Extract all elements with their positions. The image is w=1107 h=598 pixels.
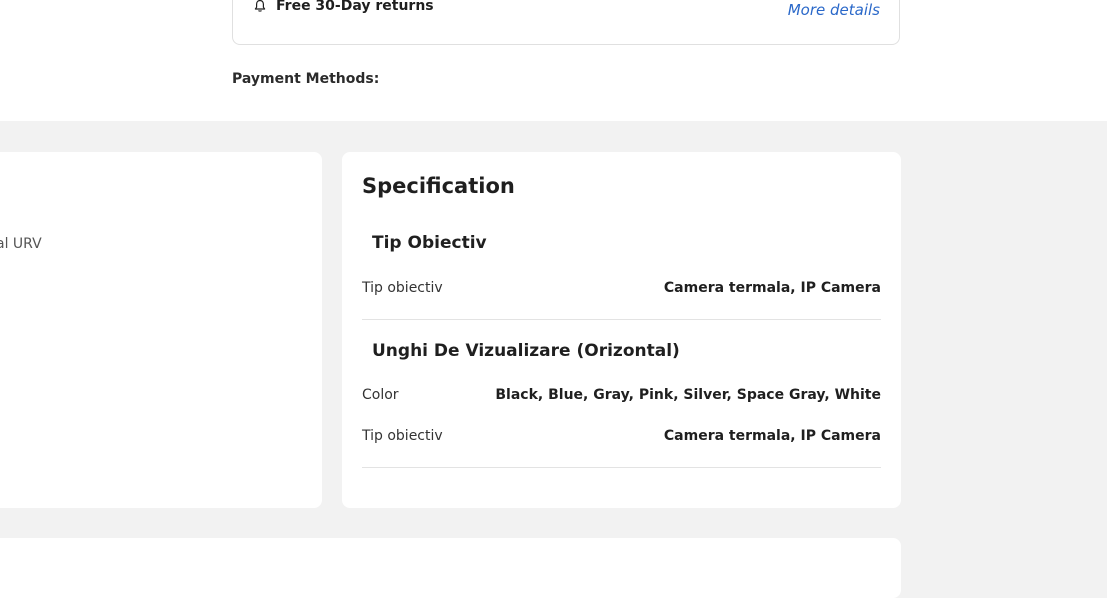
spec-row: Color Black, Blue, Gray, Pink, Silver, S… [362,387,881,403]
shipping-info-box: Free 30-Day returns More details [232,0,900,45]
spec-value: Camera termala, IP Camera [663,428,881,444]
payment-methods-label: Payment Methods: [232,71,380,87]
specification-card: Specification Tip Obiectiv Tip obiectiv … [342,152,901,508]
spec-group-title: Tip Obiectiv [372,233,487,253]
bell-icon [254,0,266,12]
spec-row: Tip obiectiv Camera termala, IP Camera [362,428,881,444]
specification-title: Specification [362,174,515,198]
description-card: al URV [0,152,322,508]
spec-label: Color [362,387,399,403]
description-text: al URV [0,236,42,252]
more-details-link[interactable]: More details [788,1,880,19]
returns-label: Free 30-Day returns [276,0,434,14]
reviews-card [0,538,901,598]
spec-value: Camera termala, IP Camera [663,280,881,296]
spec-label: Tip obiectiv [362,280,443,296]
spec-divider [362,319,881,320]
spec-label: Tip obiectiv [362,428,443,444]
spec-group-title: Unghi De Vizualizare (Orizontal) [372,341,680,361]
spec-divider [362,467,881,468]
spec-value: Black, Blue, Gray, Pink, Silver, Space G… [495,387,881,403]
spec-row: Tip obiectiv Camera termala, IP Camera [362,280,881,296]
product-info-section: Free 30-Day returns More details Payment… [0,0,1107,121]
returns-row: Free 30-Day returns [253,0,434,14]
